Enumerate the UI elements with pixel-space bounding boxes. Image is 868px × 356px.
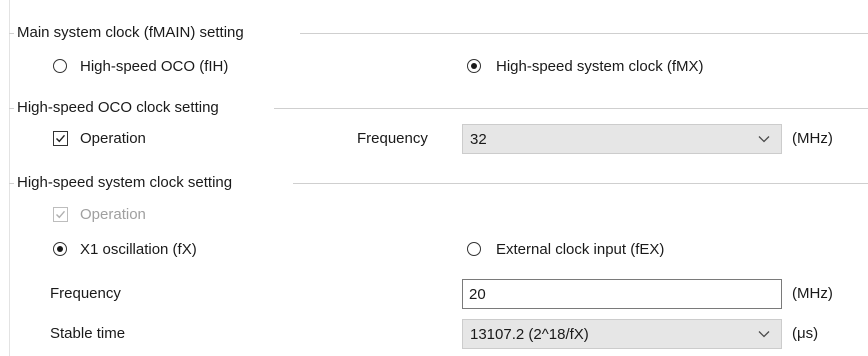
radio-high-speed-oco[interactable]	[53, 59, 67, 73]
group-main-clock-title: Main system clock (fMAIN) setting	[14, 24, 247, 41]
panel-left-border	[9, 0, 10, 356]
radio-external-clock-input[interactable]	[467, 242, 481, 256]
system-frequency-unit: (MHz)	[792, 285, 833, 302]
group-oco-title: High-speed OCO clock setting	[14, 99, 222, 116]
oco-operation-checkbox[interactable]	[53, 131, 68, 146]
group-system-clock-line	[293, 183, 868, 184]
stable-time-unit: (μs)	[792, 325, 819, 342]
radio-x1-oscillation-label[interactable]: X1 oscillation (fX)	[80, 241, 197, 258]
oco-frequency-value: 32	[470, 131, 487, 148]
chevron-down-icon	[758, 136, 770, 143]
system-frequency-label: Frequency	[50, 285, 121, 302]
group-system-clock-title: High-speed system clock setting	[14, 174, 236, 191]
chevron-down-icon	[758, 331, 770, 338]
system-frequency-value: 20	[469, 286, 486, 303]
radio-external-clock-input-label[interactable]: External clock input (fEX)	[496, 241, 664, 258]
group-oco-line	[274, 108, 868, 109]
radio-high-speed-system-clock[interactable]	[467, 59, 481, 73]
oco-frequency-select[interactable]: 32	[462, 124, 782, 154]
oco-frequency-label: Frequency	[357, 130, 428, 147]
oco-frequency-unit: (MHz)	[792, 130, 833, 147]
radio-x1-oscillation[interactable]	[53, 242, 67, 256]
stable-time-label: Stable time	[50, 325, 126, 342]
radio-selected-dot	[471, 63, 477, 69]
radio-high-speed-oco-label[interactable]: High-speed OCO (fIH)	[80, 58, 228, 75]
stable-time-select[interactable]: 13107.2 (2^18/fX)	[462, 319, 782, 349]
group-main-clock-line	[300, 33, 868, 34]
system-operation-label: Operation	[80, 206, 146, 223]
radio-high-speed-system-clock-label[interactable]: High-speed system clock (fMX)	[496, 58, 704, 75]
system-frequency-input[interactable]: 20	[462, 279, 782, 309]
checkmark-icon	[56, 134, 66, 143]
system-operation-checkbox[interactable]	[53, 207, 68, 222]
checkmark-icon	[56, 210, 66, 219]
oco-operation-label[interactable]: Operation	[80, 130, 146, 147]
radio-selected-dot	[57, 246, 63, 252]
stable-time-value: 13107.2 (2^18/fX)	[470, 326, 589, 343]
